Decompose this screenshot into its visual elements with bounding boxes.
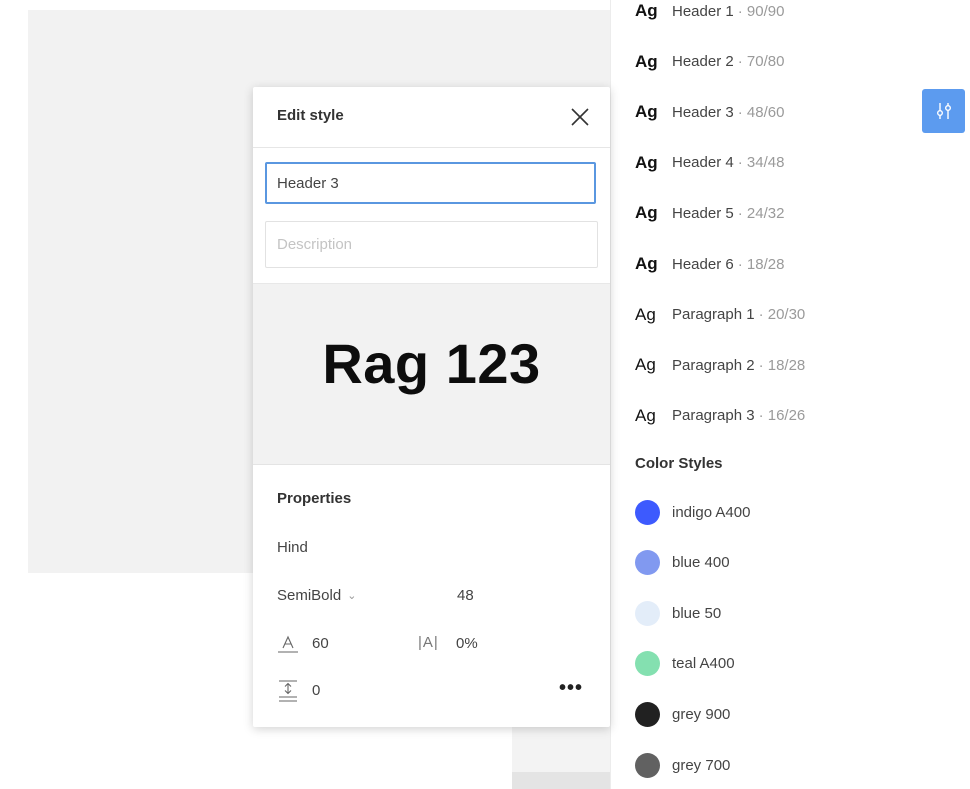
color-swatch bbox=[635, 651, 660, 677]
color-style-name: indigo A400 bbox=[672, 503, 751, 521]
text-style-item[interactable]: Ag Paragraph 1 · 20/30 bbox=[635, 302, 805, 328]
color-style-item[interactable]: indigo A400 bbox=[635, 499, 750, 525]
text-style-name: Header 2 bbox=[672, 53, 734, 71]
text-style-name: Header 3 bbox=[672, 103, 734, 121]
font-weight-value: SemiBold bbox=[277, 587, 342, 604]
color-style-item[interactable]: grey 700 bbox=[635, 752, 730, 778]
text-style-sample: Ag bbox=[635, 1, 658, 20]
color-swatch bbox=[635, 752, 660, 778]
close-icon bbox=[571, 108, 589, 126]
text-style-sample: Ag bbox=[635, 152, 658, 172]
text-style-sample: Ag bbox=[635, 405, 656, 425]
text-style-name: Paragraph 2 bbox=[672, 356, 755, 374]
letter-spacing-field[interactable]: 0% bbox=[456, 635, 478, 652]
text-style-name: Header 5 bbox=[672, 204, 734, 222]
text-style-item[interactable]: Ag Paragraph 2 · 18/28 bbox=[635, 352, 805, 378]
color-swatch bbox=[635, 701, 660, 727]
text-style-name: Header 1 bbox=[672, 2, 734, 20]
paragraph-spacing-icon bbox=[279, 680, 297, 702]
sliders-icon bbox=[936, 103, 951, 119]
color-swatch bbox=[635, 600, 660, 626]
text-style-size: · 24/32 bbox=[737, 204, 785, 222]
edit-style-dialog: Edit style Rag 123 Properties Hind SemiB… bbox=[253, 87, 610, 727]
text-style-name: Header 4 bbox=[672, 154, 734, 172]
canvas-frame-strip-dark bbox=[512, 772, 610, 789]
color-style-item[interactable]: teal A400 bbox=[635, 651, 735, 677]
text-style-item[interactable]: Ag Header 3 · 48/60 bbox=[635, 99, 784, 125]
filter-button[interactable] bbox=[922, 89, 965, 133]
chevron-down-icon: ⌄ bbox=[347, 590, 357, 602]
text-style-item[interactable]: Ag Paragraph 3 · 16/26 bbox=[635, 403, 805, 429]
description-input[interactable] bbox=[265, 221, 598, 268]
font-family-field[interactable]: Hind bbox=[277, 539, 308, 556]
text-style-size: · 20/30 bbox=[758, 306, 806, 324]
text-style-name: Paragraph 1 bbox=[672, 306, 755, 324]
text-style-sample: Ag bbox=[635, 304, 656, 324]
text-style-size: · 48/60 bbox=[737, 103, 785, 121]
font-size-field[interactable]: 48 bbox=[457, 587, 474, 604]
text-style-size: · 34/48 bbox=[737, 154, 785, 172]
text-style-item[interactable]: Ag Header 5 · 24/32 bbox=[635, 200, 784, 226]
color-style-name: blue 400 bbox=[672, 554, 730, 572]
text-style-size: · 90/90 bbox=[737, 2, 785, 20]
color-style-item[interactable]: blue 50 bbox=[635, 600, 721, 626]
paragraph-spacing-field[interactable]: 0 bbox=[312, 682, 320, 699]
text-style-sample: Ag bbox=[635, 203, 658, 223]
color-swatch bbox=[635, 499, 660, 525]
color-swatch bbox=[635, 550, 660, 576]
more-options-button[interactable]: ••• bbox=[559, 677, 583, 700]
text-style-item[interactable]: Ag Header 1 · 90/90 bbox=[635, 0, 784, 24]
dialog-title: Edit style bbox=[277, 107, 344, 124]
color-style-item[interactable]: grey 900 bbox=[635, 701, 730, 727]
text-style-size: · 18/28 bbox=[737, 255, 785, 273]
color-style-name: teal A400 bbox=[672, 655, 735, 673]
canvas-frame-strip bbox=[512, 725, 610, 772]
text-style-size: · 16/26 bbox=[758, 407, 806, 425]
text-style-item[interactable]: Ag Header 2 · 70/80 bbox=[635, 49, 784, 75]
text-style-size: · 70/80 bbox=[737, 53, 785, 71]
color-styles-title: Color Styles bbox=[635, 455, 723, 472]
color-style-name: blue 50 bbox=[672, 604, 722, 622]
text-style-sample: Ag bbox=[635, 51, 658, 71]
panel-divider bbox=[610, 0, 611, 789]
style-preview: Rag 123 bbox=[253, 283, 610, 465]
font-weight-select[interactable]: SemiBold ⌄ bbox=[277, 587, 356, 604]
properties-title: Properties bbox=[277, 490, 352, 507]
text-style-name: Paragraph 3 bbox=[672, 407, 755, 425]
color-style-item[interactable]: blue 400 bbox=[635, 550, 730, 576]
line-height-icon bbox=[278, 635, 298, 653]
style-name-input[interactable] bbox=[265, 162, 596, 204]
letter-spacing-icon: |A| bbox=[418, 634, 439, 651]
text-style-item[interactable]: Ag Header 4 · 34/48 bbox=[635, 150, 784, 176]
text-style-sample: Ag bbox=[635, 355, 656, 375]
color-style-name: grey 700 bbox=[672, 756, 731, 774]
close-button[interactable] bbox=[569, 106, 591, 128]
text-style-sample: Ag bbox=[635, 254, 658, 273]
color-style-name: grey 900 bbox=[672, 705, 731, 723]
preview-text: Rag 123 bbox=[322, 332, 541, 395]
dialog-header: Edit style bbox=[253, 87, 610, 148]
text-style-sample: Ag bbox=[635, 102, 658, 122]
line-height-field[interactable]: 60 bbox=[312, 635, 329, 652]
text-style-name: Header 6 bbox=[672, 255, 734, 273]
text-style-size: · 18/28 bbox=[758, 356, 806, 374]
text-style-item[interactable]: Ag Header 6 · 18/28 bbox=[635, 251, 784, 277]
